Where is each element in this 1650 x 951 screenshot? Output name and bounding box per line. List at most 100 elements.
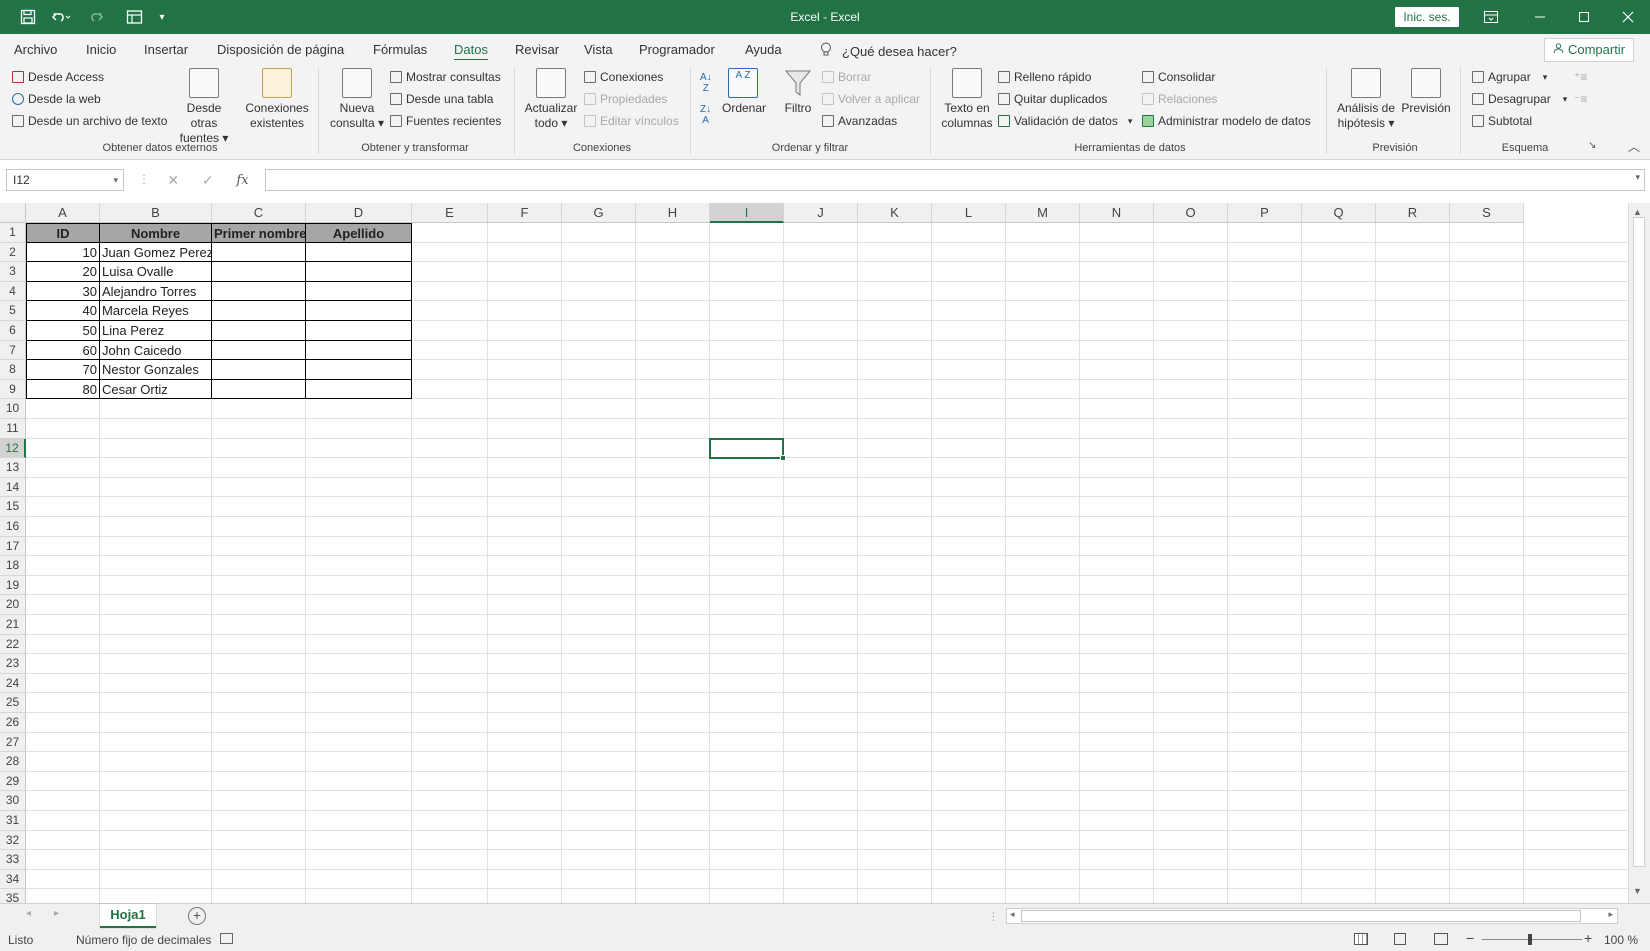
row-header-6[interactable]: 6 [0,321,26,341]
zoom-out-icon[interactable]: − [1466,930,1474,946]
name-cell[interactable]: Lina Perez [100,321,212,341]
outline-dialog-launcher-icon[interactable]: ↘ [1588,140,1596,151]
name-cell[interactable]: Marcela Reyes [100,301,212,321]
data-model-button[interactable]: Administrar modelo de datos [1142,114,1311,128]
empty-table-cell[interactable] [212,242,306,263]
remove-duplicates-button[interactable]: Quitar duplicados [998,92,1107,106]
row-header-31[interactable]: 31 [0,811,26,831]
id-cell[interactable]: 60 [26,340,100,361]
column-header-b[interactable]: B [100,203,212,223]
vertical-scroll-thumb[interactable] [1633,217,1645,867]
reapply-button[interactable]: Volver a aplicar [822,92,920,106]
row-header-29[interactable]: 29 [0,771,26,792]
filter-button[interactable]: Filtro [776,68,820,116]
close-icon[interactable] [1608,0,1648,34]
scroll-up-icon[interactable]: ▲ [1633,207,1642,217]
page-layout-view-icon[interactable] [1394,933,1406,945]
from-table-button[interactable]: Desde una tabla [390,92,493,106]
name-cell[interactable]: Alejandro Torres [100,281,212,302]
confirm-entry-icon[interactable]: ✓ [202,172,214,189]
from-web-button[interactable]: Desde la web [12,92,101,106]
empty-table-cell[interactable] [306,262,412,282]
recent-sources-button[interactable]: Fuentes recientes [390,114,501,128]
advanced-filter-button[interactable]: Avanzadas [822,114,897,128]
data-validation-button[interactable]: Validación de datos ▾ [998,114,1132,128]
empty-table-cell[interactable] [212,321,306,341]
formula-input[interactable]: ▾ [265,169,1645,191]
column-header-r[interactable]: R [1376,203,1450,223]
show-queries-button[interactable]: Mostrar consultas [390,70,501,84]
name-cell[interactable]: Cesar Ortiz [100,379,212,400]
properties-button[interactable]: Propiedades [584,92,667,106]
new-query-button[interactable]: Nueva consulta ▾ [326,68,388,131]
row-header-9[interactable]: 9 [0,379,26,400]
empty-table-cell[interactable] [212,360,306,380]
zoom-in-icon[interactable]: + [1584,930,1592,946]
insert-function-icon[interactable]: fx [236,173,248,188]
what-if-button[interactable]: Análisis de hipótesis ▾ [1334,68,1398,131]
page-break-view-icon[interactable] [1434,933,1448,945]
row-header-1[interactable]: 1 [0,223,26,243]
expand-formula-icon[interactable]: ▾ [1635,172,1640,183]
name-cell[interactable]: Juan Gomez Perez [100,242,212,263]
row-header-30[interactable]: 30 [0,791,26,811]
other-sources-button[interactable]: Desde otras fuentes ▾ [172,68,236,146]
name-cell[interactable]: John Caicedo [100,340,212,361]
consolidate-button[interactable]: Consolidar [1142,70,1215,84]
tab-datos[interactable]: Datos [454,42,488,57]
next-sheet-icon[interactable]: ▸ [54,908,59,919]
table-header-cell[interactable]: ID [26,223,100,243]
empty-table-cell[interactable] [306,301,412,321]
vertical-scrollbar[interactable]: ▲ ▼ [1628,203,1650,903]
clear-filter-button[interactable]: Borrar [822,70,871,84]
id-cell[interactable]: 50 [26,321,100,341]
empty-table-cell[interactable] [306,242,412,263]
row-header-24[interactable]: 24 [0,673,26,694]
connections-button[interactable]: Conexiones [584,70,663,84]
sort-asc-button[interactable]: A↓ Z [700,72,712,94]
empty-table-cell[interactable] [212,301,306,321]
empty-table-cell[interactable] [212,340,306,361]
row-header-23[interactable]: 23 [0,654,26,674]
minimize-icon[interactable] [1520,0,1560,34]
name-cell[interactable]: Nestor Gonzales [100,360,212,380]
id-cell[interactable]: 70 [26,360,100,380]
row-header-15[interactable]: 15 [0,497,26,517]
print-preview-icon[interactable] [122,0,148,34]
save-icon[interactable] [16,0,40,34]
id-cell[interactable]: 80 [26,379,100,400]
empty-table-cell[interactable] [306,360,412,380]
tab-insertar[interactable]: Insertar [144,42,188,57]
horizontal-scrollbar[interactable]: ◂ ▸ [1006,908,1618,924]
name-box[interactable]: I12 ▾ [6,169,124,191]
table-header-cell[interactable]: Primer nombre [212,223,306,243]
relationships-button[interactable]: Relaciones [1142,92,1217,106]
ribbon-display-icon[interactable] [1474,0,1508,34]
name-cell[interactable]: Luisa Ovalle [100,262,212,282]
row-header-32[interactable]: 32 [0,830,26,851]
column-header-e[interactable]: E [412,203,488,223]
row-header-11[interactable]: 11 [0,419,26,439]
empty-table-cell[interactable] [306,379,412,400]
id-cell[interactable]: 20 [26,262,100,282]
tab-split-grip-icon[interactable]: ⋮ [988,910,999,923]
zoom-slider[interactable] [1482,939,1582,940]
row-header-3[interactable]: 3 [0,262,26,282]
row-header-21[interactable]: 21 [0,615,26,635]
tab-ayuda[interactable]: Ayuda [745,42,782,57]
row-header-2[interactable]: 2 [0,242,26,263]
row-header-13[interactable]: 13 [0,458,26,478]
empty-table-cell[interactable] [212,281,306,302]
normal-view-icon[interactable] [1354,933,1368,945]
row-header-28[interactable]: 28 [0,752,26,772]
macro-record-icon[interactable] [220,933,233,944]
column-header-j[interactable]: J [784,203,858,223]
scroll-left-icon[interactable]: ◂ [1010,909,1015,920]
column-header-c[interactable]: C [212,203,306,223]
collapse-ribbon-icon[interactable]: ︿ [1628,138,1640,155]
table-header-cell[interactable]: Apellido [306,223,412,243]
row-header-8[interactable]: 8 [0,360,26,380]
tab-inicio[interactable]: Inicio [86,42,116,57]
column-header-p[interactable]: P [1228,203,1302,223]
row-header-20[interactable]: 20 [0,595,26,615]
